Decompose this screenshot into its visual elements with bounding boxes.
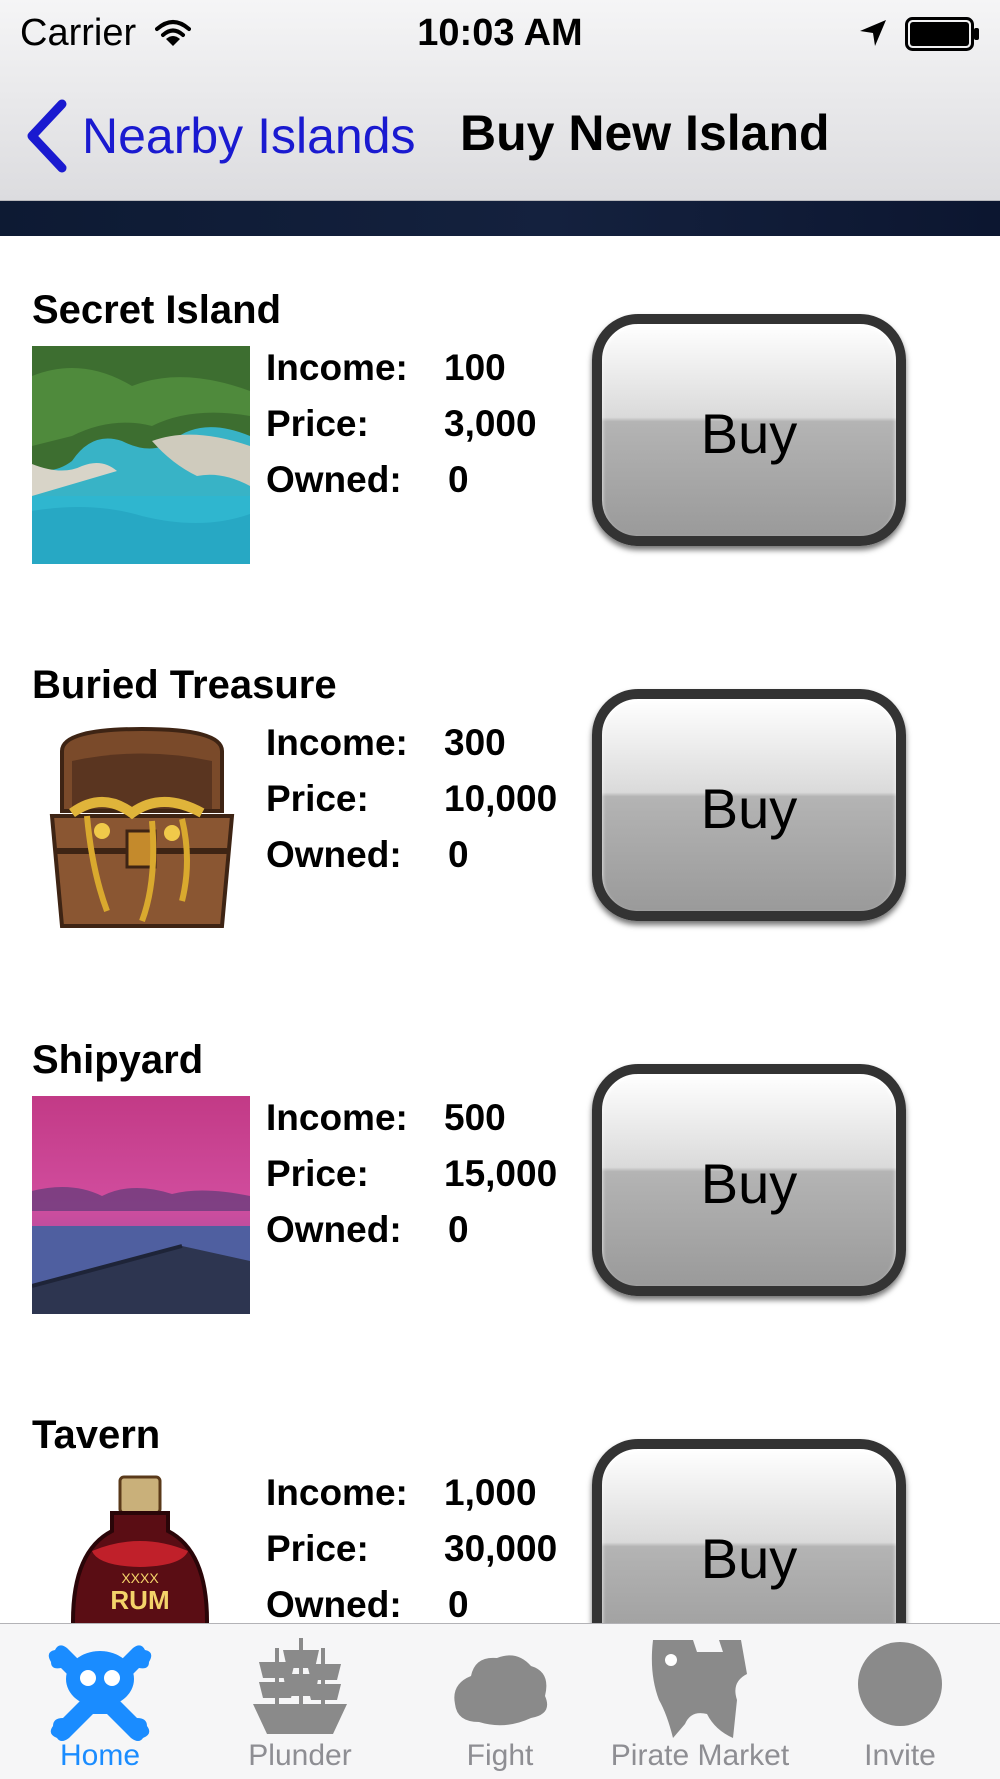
tab-plunder[interactable]: Plunder <box>200 1624 400 1779</box>
tab-home[interactable]: Home <box>0 1624 200 1779</box>
tab-bar: Home Plunder Fight Pirate Market Invite <box>0 1623 1000 1779</box>
owned-label: Owned: <box>266 1209 402 1250</box>
item-stats: Income: 1,000 Price: 30,000 Owned: 0 <box>266 1465 557 1633</box>
list-item: Buried Treasure Income: 300 Price: 10,000 … <box>0 611 1000 986</box>
income-label: Income: <box>266 1472 408 1513</box>
item-name: Secret Island <box>32 288 282 332</box>
invite-circle-icon <box>858 1642 942 1726</box>
price-value: 10,000 <box>444 778 558 819</box>
tab-label: Invite <box>864 1739 936 1772</box>
item-name: Shipyard <box>32 1038 204 1082</box>
location-arrow-icon <box>860 20 886 46</box>
skull-crossbones-icon <box>48 1645 152 1741</box>
tab-fight[interactable]: Fight <box>400 1624 600 1779</box>
header-background-strip <box>0 201 1000 236</box>
tab-label: Pirate Market <box>610 1739 790 1772</box>
owned-label: Owned: <box>266 834 402 875</box>
item-stats: Income: 500 Price: 15,000 Owned: 0 <box>266 1090 557 1258</box>
owned-value: 0 <box>448 834 469 875</box>
pirate-market-icon <box>651 1640 747 1738</box>
buy-button[interactable]: Buy <box>592 314 906 546</box>
buy-button-label: Buy <box>700 1526 798 1590</box>
price-label: Price: <box>266 1153 369 1194</box>
svg-text:XXXX: XXXX <box>121 1570 159 1586</box>
buy-button-label: Buy <box>700 776 798 840</box>
tropical-island-image <box>32 346 250 564</box>
price-value: 3,000 <box>444 403 537 444</box>
owned-label: Owned: <box>266 1584 402 1625</box>
income-label: Income: <box>266 1097 408 1138</box>
tab-label: Plunder <box>248 1739 352 1772</box>
item-stats: Income: 300 Price: 10,000 Owned: 0 <box>266 715 557 883</box>
top-bar: Carrier 10:03 AM Nearby Islands Buy New … <box>0 0 1000 201</box>
buy-button[interactable]: Buy <box>592 689 906 921</box>
income-label: Income: <box>266 722 408 763</box>
price-label: Price: <box>266 1528 369 1569</box>
tab-invite[interactable]: Invite <box>800 1624 1000 1779</box>
purple-sunset-dock-image <box>32 1096 250 1314</box>
tab-label: Home <box>59 1739 141 1772</box>
income-value: 100 <box>444 347 506 388</box>
island-icon <box>454 1655 548 1726</box>
tab-pirate-market[interactable]: Pirate Market <box>600 1624 800 1779</box>
owned-value: 0 <box>448 1584 469 1625</box>
owned-value: 0 <box>448 1209 469 1250</box>
treasure-chest-image <box>32 721 250 939</box>
price-value: 15,000 <box>444 1153 558 1194</box>
owned-label: Owned: <box>266 459 402 500</box>
battery-icon <box>905 17 979 51</box>
list-item: Secret Island Income: 100 Price: 3,000 Own… <box>0 236 1000 611</box>
buy-button[interactable]: Buy <box>592 1064 906 1296</box>
income-value: 1,000 <box>444 1472 537 1513</box>
price-label: Price: <box>266 778 369 819</box>
item-name: Tavern <box>32 1413 161 1457</box>
chevron-left-icon <box>27 99 67 173</box>
income-label: Income: <box>266 347 408 388</box>
tab-label: Fight <box>466 1739 534 1772</box>
income-value: 500 <box>444 1097 506 1138</box>
owned-value: 0 <box>448 459 469 500</box>
pirate-ship-icon <box>253 1638 347 1734</box>
back-button[interactable]: Nearby Islands <box>22 96 416 176</box>
page-title: Buy New Island <box>460 105 830 161</box>
back-label: Nearby Islands <box>82 108 416 164</box>
list-item: Shipyard Income: 500 Price: 15,000 Owned… <box>0 986 1000 1361</box>
item-stats: Income: 100 Price: 3,000 Owned: 0 <box>266 340 537 508</box>
clock: 10:03 AM <box>417 12 583 54</box>
price-value: 30,000 <box>444 1528 558 1569</box>
item-name: Buried Treasure <box>32 663 337 707</box>
price-label: Price: <box>266 403 369 444</box>
income-value: 300 <box>444 722 506 763</box>
buy-button-label: Buy <box>700 401 798 465</box>
buy-button-label: Buy <box>700 1151 798 1215</box>
svg-text:RUM: RUM <box>110 1585 169 1615</box>
